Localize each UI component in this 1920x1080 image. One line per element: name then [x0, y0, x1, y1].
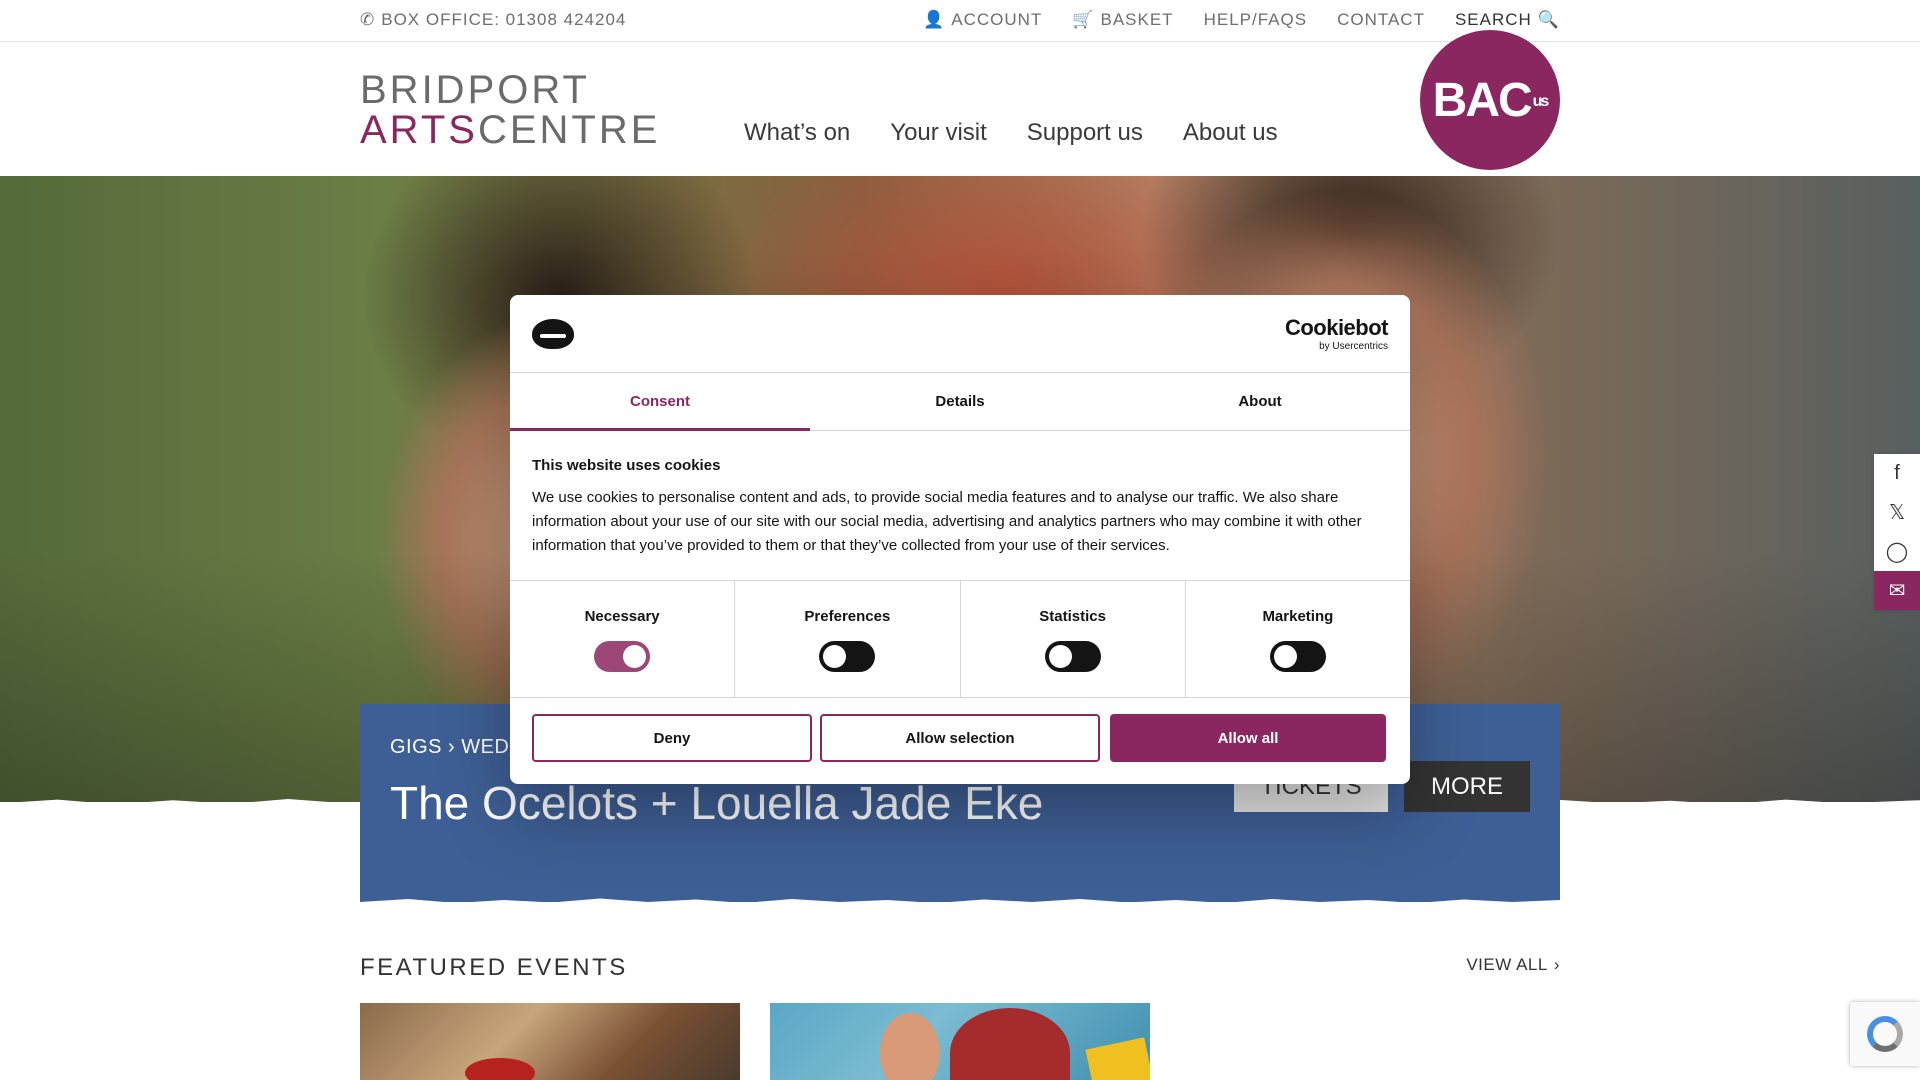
cookie-logo-icon — [532, 319, 574, 349]
logo-line2: ARTSCENTRE — [360, 110, 660, 150]
cookie-body: This website uses cookies We use cookies… — [510, 431, 1410, 581]
instagram-icon[interactable]: ◯ — [1874, 532, 1920, 571]
featured-event-card-2[interactable] — [770, 1003, 1150, 1080]
toggle-preferences: Preferences — [735, 581, 961, 697]
deny-button[interactable]: Deny — [532, 714, 812, 762]
card-image-detail — [950, 1008, 1070, 1080]
badge-small: us — [1532, 93, 1550, 110]
chevron-right-icon: › — [1553, 955, 1560, 974]
account-link[interactable]: 👤 ACCOUNT — [923, 10, 1042, 30]
logo-centre: CENTRE — [477, 108, 661, 152]
cookie-heading: This website uses cookies — [532, 457, 721, 474]
nav-whats-on[interactable]: What’s on — [744, 119, 850, 147]
utility-links: 👤 ACCOUNT 🛒 BASKET HELP/FAQS CONTACT SEARC… — [923, 10, 1560, 30]
event-breadcrumb: GIGS › WEDN — [390, 736, 524, 759]
phone-icon: ✆ — [360, 10, 376, 29]
recaptcha-badge[interactable] — [1850, 1002, 1920, 1066]
necessary-switch[interactable] — [594, 641, 651, 672]
search-link[interactable]: SEARCH 🔍 — [1455, 10, 1560, 30]
recaptcha-icon — [1867, 1016, 1903, 1052]
basket-link[interactable]: 🛒 BASKET — [1072, 10, 1173, 30]
toggle-label: Necessary — [584, 608, 660, 625]
cookie-text: We use cookies to personalise content an… — [532, 489, 1362, 554]
search-label: SEARCH — [1454, 10, 1532, 29]
chevron-right-icon: › — [448, 736, 456, 758]
tab-consent[interactable]: Consent — [510, 373, 810, 431]
logo-line1: BRIDPORT — [360, 68, 590, 112]
site-logo[interactable]: BRIDPORT ARTSCENTRE — [360, 70, 660, 150]
toggle-label: Preferences — [804, 608, 891, 625]
social-sidebar: f 𝕏 ◯ ✉ — [1874, 454, 1920, 610]
toggle-label: Statistics — [1039, 608, 1106, 625]
marketing-switch[interactable] — [1269, 641, 1326, 672]
box-office-label: BOX OFFICE: 01308 424204 — [381, 10, 627, 29]
view-all-link[interactable]: VIEW ALL › — [1466, 955, 1560, 975]
nav-support-us[interactable]: Support us — [1027, 119, 1143, 147]
card-image-detail — [465, 1058, 535, 1080]
main-nav: What’s on Your visit Support us About us — [744, 119, 1278, 147]
toggle-statistics: Statistics — [961, 581, 1186, 697]
nav-about-us[interactable]: About us — [1183, 119, 1278, 147]
cookie-tabs: Consent Details About — [510, 373, 1410, 431]
logo-arts: ARTS — [360, 108, 478, 152]
badge-text: BAC — [1432, 73, 1533, 127]
brand-name: Cookiebot — [1284, 315, 1389, 340]
more-button[interactable]: MORE — [1404, 761, 1530, 812]
statistics-switch[interactable] — [1044, 641, 1101, 672]
tab-details[interactable]: Details — [810, 373, 1110, 430]
card-image-detail — [1085, 1037, 1150, 1080]
box-office[interactable]: ✆ BOX OFFICE: 01308 424204 — [360, 10, 626, 30]
card-image-detail — [880, 1013, 940, 1080]
account-label: ACCOUNT — [951, 10, 1043, 29]
facebook-icon[interactable]: f — [1874, 454, 1920, 493]
allow-all-button[interactable]: Allow all — [1110, 714, 1386, 762]
cookie-actions: Deny Allow selection Allow all — [510, 698, 1410, 778]
x-icon[interactable]: 𝕏 — [1874, 493, 1920, 532]
bac-us-badge[interactable]: BAC us — [1420, 30, 1560, 170]
cookie-dialog-header: Cookiebot by Usercentrics — [510, 295, 1410, 373]
search-icon: 🔍 — [1537, 10, 1560, 29]
site-header: BRIDPORT ARTSCENTRE What’s on Your visit… — [0, 43, 1920, 176]
cookie-toggles: Necessary Preferences Statistics Marketi… — [510, 581, 1410, 698]
featured-event-card-1[interactable] — [360, 1003, 740, 1080]
basket-icon: 🛒 — [1072, 10, 1095, 29]
toggle-marketing: Marketing — [1186, 581, 1410, 697]
cookiebot-brand[interactable]: Cookiebot by Usercentrics — [1284, 315, 1389, 352]
brand-sub: by Usercentrics — [1319, 341, 1388, 352]
user-icon: 👤 — [923, 10, 946, 29]
tab-about[interactable]: About — [1110, 373, 1410, 430]
event-title[interactable]: The Ocelots + Louella Jade Eke — [390, 776, 1043, 830]
toggle-necessary: Necessary — [510, 581, 736, 697]
allow-selection-button[interactable]: Allow selection — [820, 714, 1100, 762]
event-category[interactable]: GIGS — [390, 736, 442, 759]
featured-events-heading: FEATURED EVENTS — [360, 954, 628, 981]
basket-label: BASKET — [1100, 10, 1174, 29]
help-link[interactable]: HELP/FAQS — [1204, 10, 1307, 30]
toggle-label: Marketing — [1262, 608, 1334, 625]
view-all-label: VIEW ALL — [1466, 955, 1548, 974]
newsletter-icon[interactable]: ✉ — [1874, 571, 1920, 610]
preferences-switch[interactable] — [819, 641, 876, 672]
nav-your-visit[interactable]: Your visit — [890, 119, 987, 147]
cookie-consent-dialog: Cookiebot by Usercentrics Consent Detail… — [510, 295, 1410, 784]
top-utility-bar: ✆ BOX OFFICE: 01308 424204 👤 ACCOUNT 🛒 BAS… — [0, 0, 1920, 42]
contact-link[interactable]: CONTACT — [1337, 10, 1425, 30]
